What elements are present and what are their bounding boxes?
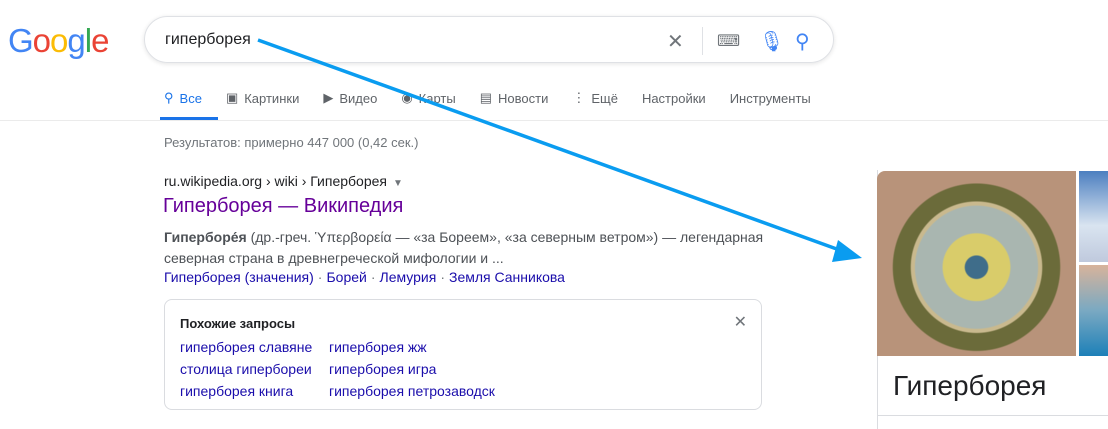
related-link[interactable]: столица гипербореи: [180, 361, 312, 377]
related-link[interactable]: гиперборея петрозаводск: [329, 383, 495, 399]
clear-icon[interactable]: ✕: [667, 29, 684, 54]
search-icon: ⚲: [164, 90, 174, 105]
sitelink[interactable]: Лемурия: [380, 269, 437, 285]
sitelink[interactable]: Борей: [326, 269, 366, 285]
related-link[interactable]: гиперборея игра: [329, 361, 495, 377]
tab-label: Новости: [498, 90, 549, 106]
knowledge-panel-image[interactable]: [1079, 171, 1108, 262]
tab-label: Инструменты: [729, 90, 811, 106]
knowledge-panel-image[interactable]: [1079, 265, 1108, 356]
related-heading: Похожие запросы: [180, 316, 296, 331]
divider: [702, 27, 703, 55]
image-icon: ▣: [225, 90, 239, 105]
snippet-bold: Гиперборе́я: [164, 229, 247, 245]
related-link[interactable]: гиперборея книга: [180, 383, 312, 399]
related-link[interactable]: гиперборея жж: [329, 339, 495, 355]
tab-maps[interactable]: ◉ Карты: [401, 90, 455, 106]
search-tabs: ⚲ Все ▣ Картинки ▶ Видео ◉ Карты ▤ Новости ⋮ Е…: [164, 90, 811, 106]
result-snippet: Гиперборе́я (др.-греч. Ὑπερβορεία — «за …: [164, 227, 774, 269]
sitelink[interactable]: Гиперборея (значения): [164, 269, 314, 285]
tab-more[interactable]: ⋮ Ещё: [572, 90, 618, 106]
result-title-link[interactable]: Гиперборея — Википедия: [163, 195, 403, 218]
dropdown-arrow-icon[interactable]: ▼: [393, 178, 403, 189]
tab-video[interactable]: ▶ Видео: [323, 90, 377, 106]
related-searches: Похожие запросы ✕ гиперборея славяне сто…: [164, 299, 762, 410]
result-stats: Результатов: примерно 447 000 (0,42 сек.…: [164, 135, 419, 150]
sitelink[interactable]: Земля Санникова: [449, 269, 565, 285]
tab-label: Картинки: [244, 90, 300, 106]
search-icon[interactable]: ⚲: [795, 29, 810, 54]
tab-tools[interactable]: Инструменты: [730, 90, 811, 106]
related-link[interactable]: гиперборея славяне: [180, 339, 312, 355]
header-divider: [0, 120, 1108, 121]
sitelinks: Гиперборея (значения) · Борей · Лемурия · Земл…: [164, 269, 565, 285]
knowledge-panel-image-map[interactable]: [877, 171, 1076, 356]
map-pin-icon: ◉: [401, 90, 413, 105]
tab-all[interactable]: ⚲ Все: [164, 90, 202, 106]
arrow-head: [832, 240, 862, 262]
snippet-text: (др.-греч. Ὑπερβορεία — «за Бореем», «за…: [164, 229, 764, 266]
microphone-icon[interactable]: 🎙: [759, 29, 784, 54]
knowledge-panel-title: Гиперборея: [893, 370, 1047, 401]
close-icon[interactable]: ✕: [734, 312, 747, 332]
more-icon: ⋮: [572, 90, 586, 105]
tab-label: Видео: [339, 90, 378, 106]
news-icon: ▤: [479, 90, 492, 105]
search-input[interactable]: гиперборея: [165, 31, 251, 49]
tab-label: Ещё: [591, 90, 618, 106]
keyboard-icon[interactable]: ⌨: [717, 31, 740, 51]
result-breadcrumb[interactable]: ru.wikipedia.org › wiki › Гиперборея ▼: [164, 173, 403, 189]
tab-label: Все: [179, 90, 202, 106]
play-icon: ▶: [323, 90, 334, 105]
google-logo[interactable]: Google: [8, 22, 109, 60]
tab-settings[interactable]: Настройки: [642, 90, 706, 106]
tab-label: Настройки: [641, 90, 706, 106]
tab-images[interactable]: ▣ Картинки: [226, 90, 299, 106]
knowledge-panel-divider: [877, 415, 1108, 416]
search-box[interactable]: гиперборея ✕ ⌨ 🎙 ⚲: [144, 16, 834, 63]
tab-label: Карты: [418, 90, 456, 106]
breadcrumb-text: ru.wikipedia.org › wiki › Гиперборея: [164, 173, 387, 189]
tab-news[interactable]: ▤ Новости: [480, 90, 549, 106]
